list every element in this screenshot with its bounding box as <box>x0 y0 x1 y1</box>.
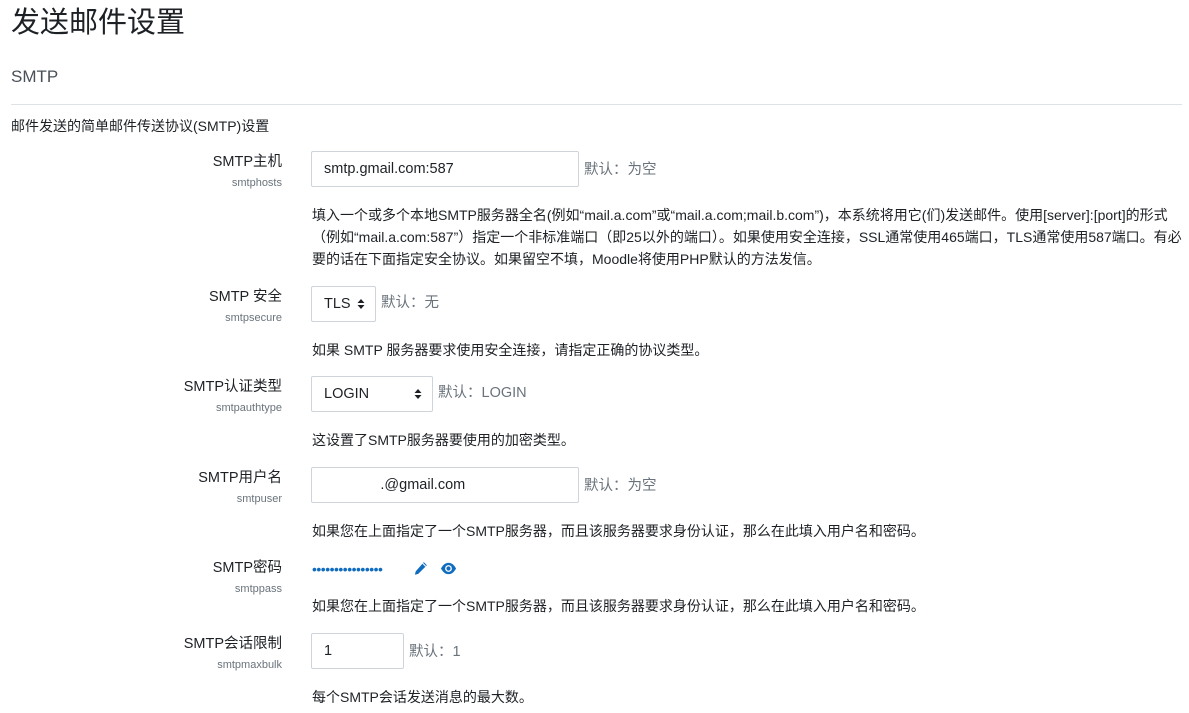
setting-key-smtpmaxbulk: smtpmaxbulk <box>217 659 282 671</box>
smtpsecure-select[interactable]: TLS <box>311 286 376 322</box>
pencil-icon[interactable] <box>413 561 428 576</box>
smtpsecure-selected-value: TLS <box>324 296 351 312</box>
select-caret-icon <box>357 298 365 310</box>
smtpmaxbulk-input[interactable] <box>311 633 404 669</box>
setting-key-smtpauthtype: smtpauthtype <box>215 402 282 414</box>
smtpuser-default: 默认：为空 <box>584 478 657 494</box>
smtphosts-description: 填入一个或多个本地SMTP服务器全名(例如“mail.a.com”或“mail.… <box>312 207 1182 267</box>
smtpmaxbulk-default: 默认：1 <box>409 644 461 660</box>
setting-label-smtpauthtype: SMTP认证类型 <box>183 379 282 395</box>
eye-icon[interactable] <box>440 561 457 576</box>
section-description: 邮件发送的简单邮件传送协议(SMTP)设置 <box>11 118 270 134</box>
setting-key-smtphosts: smtphosts <box>231 177 282 189</box>
smtpauthtype-default: 默认：LOGIN <box>438 385 527 401</box>
smtpsecure-default: 默认：无 <box>381 295 439 311</box>
page-title: 发送邮件设置 <box>11 7 186 39</box>
section-divider <box>11 104 1182 105</box>
smtphosts-input[interactable] <box>311 151 579 187</box>
smtpuser-input[interactable] <box>311 467 579 503</box>
smtppass-masked-value: •••••••••••••••• <box>312 561 383 577</box>
setting-key-smtpsecure: smtpsecure <box>225 312 282 324</box>
smtpuser-description: 如果您在上面指定了一个SMTP服务器，而且该服务器要求身份认证，那么在此填入用户… <box>312 523 925 539</box>
smtpsecure-description: 如果 SMTP 服务器要求使用安全连接，请指定正确的协议类型。 <box>312 342 709 358</box>
smtpauthtype-select[interactable]: LOGIN <box>311 376 433 412</box>
smtpauthtype-description: 这设置了SMTP服务器要使用的加密类型。 <box>312 432 575 448</box>
section-title: SMTP <box>11 67 59 86</box>
setting-label-smtpuser: SMTP用户名 <box>198 470 282 486</box>
smtphosts-default: 默认：为空 <box>584 162 657 178</box>
smtpmaxbulk-description: 每个SMTP会话发送消息的最大数。 <box>312 689 533 705</box>
select-caret-icon <box>414 388 422 400</box>
setting-key-smtpuser: smtpuser <box>236 493 282 505</box>
setting-label-smtppass: SMTP密码 <box>212 560 282 576</box>
setting-label-smtpmaxbulk: SMTP会话限制 <box>183 636 282 652</box>
setting-key-smtppass: smtppass <box>234 583 282 595</box>
setting-label-smtphosts: SMTP主机 <box>212 154 282 170</box>
smtpauthtype-selected-value: LOGIN <box>324 386 370 402</box>
setting-label-smtpsecure: SMTP 安全 <box>208 289 282 305</box>
smtppass-description: 如果您在上面指定了一个SMTP服务器，而且该服务器要求身份认证，那么在此填入用户… <box>312 598 925 614</box>
